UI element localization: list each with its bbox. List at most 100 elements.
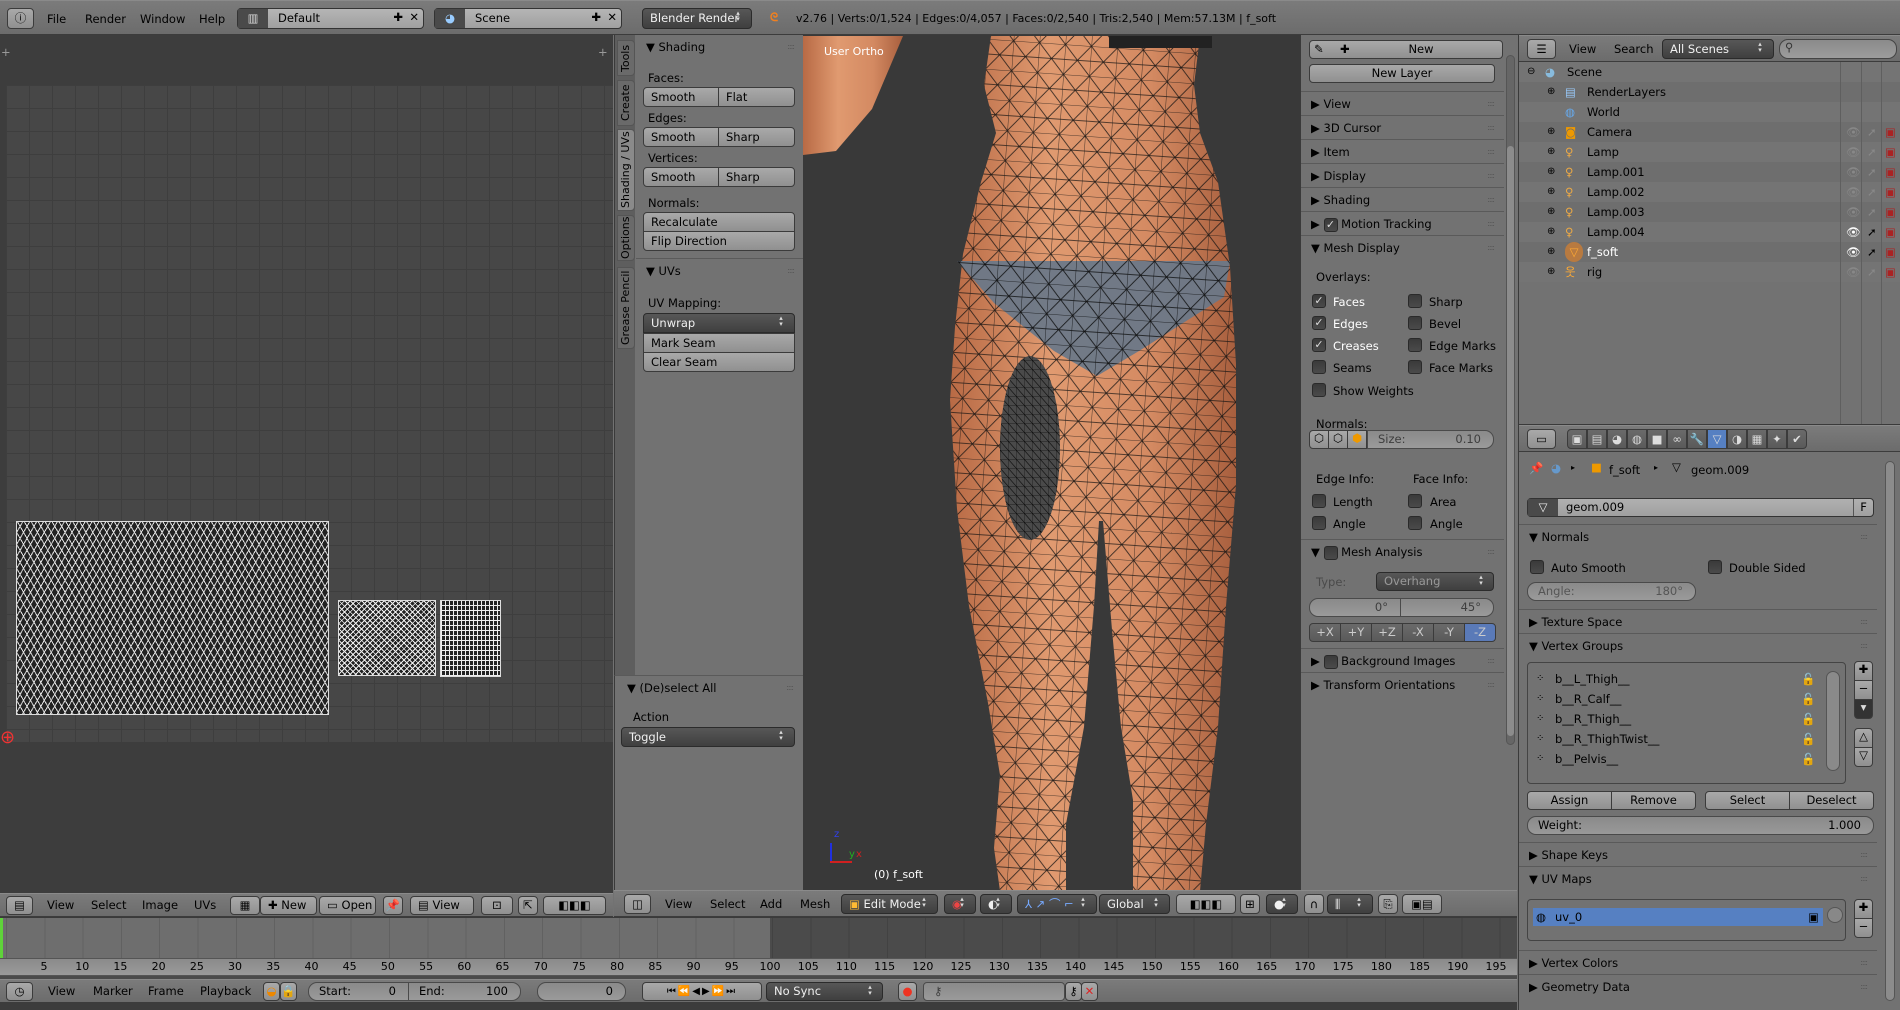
panel-header-uv-maps[interactable]: ▼ UV Maps:::: bbox=[1519, 866, 1877, 890]
tab-options[interactable]: Options bbox=[617, 215, 635, 261]
outliner-row[interactable]: ⊕ 웃 rig 👁 ➚ ▣ bbox=[1519, 262, 1900, 282]
drag-grip-icon[interactable]: :::: bbox=[1487, 649, 1495, 673]
outliner-row[interactable]: ⊕ ♀ Lamp 👁 ➚ ▣ bbox=[1519, 142, 1900, 162]
n-panel-scrollbar[interactable] bbox=[1506, 55, 1515, 745]
2d-cursor-icon[interactable]: ⊕ bbox=[0, 727, 15, 748]
uv-map-list[interactable]: ◍ uv_0 ▣ bbox=[1527, 899, 1846, 941]
remove-vertex-group-button[interactable]: − bbox=[1854, 680, 1873, 700]
manipulator-buttons[interactable]: ⅄ ↗ ⌒ ⌐ bbox=[1017, 894, 1097, 914]
eye-icon[interactable]: 👁 bbox=[1846, 142, 1861, 162]
unlock-icon[interactable]: 🔓 bbox=[1801, 729, 1815, 749]
axis-button[interactable]: +Z bbox=[1371, 623, 1403, 642]
outliner-search-input[interactable]: ⚲ bbox=[1779, 39, 1897, 59]
faces-flat-button[interactable]: Flat bbox=[718, 87, 795, 107]
snap-button[interactable]: ∩ bbox=[1304, 894, 1324, 914]
menu-search[interactable]: Search bbox=[1614, 42, 1654, 56]
drag-grip-icon[interactable]: :::: bbox=[787, 35, 795, 59]
insert-keyframe-button[interactable]: ⚷ bbox=[1065, 982, 1082, 1001]
tab-shading-uvs[interactable]: Shading / UVs bbox=[617, 129, 635, 211]
vertex-group-specials-button[interactable]: ▾ bbox=[1854, 699, 1873, 719]
panel-header-texture-space[interactable]: ▶ Texture Space:::: bbox=[1519, 609, 1877, 633]
drag-grip-icon[interactable]: :::: bbox=[1487, 236, 1495, 260]
show-weights-checkbox[interactable] bbox=[1312, 383, 1326, 397]
cursor-icon[interactable]: ➚ bbox=[1867, 142, 1877, 162]
axis-button[interactable]: +Y bbox=[1340, 623, 1372, 642]
axis-button[interactable]: +X bbox=[1309, 623, 1341, 642]
expand-icon[interactable]: ⊕ bbox=[1547, 242, 1555, 262]
menu-select[interactable]: Select bbox=[91, 898, 126, 912]
render-icon[interactable]: ▣ bbox=[1885, 122, 1896, 142]
overlay-faces-checkbox[interactable]: ✓ bbox=[1312, 294, 1326, 308]
sync-mode-dropdown[interactable]: No Sync bbox=[766, 982, 883, 1001]
deselect-button[interactable]: Deselect bbox=[1789, 791, 1874, 810]
render-icon[interactable]: ▣ bbox=[1885, 242, 1896, 262]
eye-icon[interactable]: 👁 bbox=[1846, 202, 1861, 222]
drag-grip-icon[interactable]: :::: bbox=[1860, 951, 1868, 975]
eye-icon[interactable]: 👁 bbox=[1846, 242, 1861, 262]
select-mode-buttons[interactable]: ◧◧◧ bbox=[543, 896, 606, 915]
outliner-row[interactable]: ⊕ ♀ Lamp.002 👁 ➚ ▣ bbox=[1519, 182, 1900, 202]
tab-scene-icon[interactable]: ◕ bbox=[1607, 429, 1627, 449]
editor-type-button[interactable]: ▤ bbox=[6, 896, 33, 915]
add-vertex-group-button[interactable]: ✚ bbox=[1854, 661, 1873, 681]
render-icon[interactable]: ▣ bbox=[1885, 202, 1896, 222]
unlock-icon[interactable]: 🔓 bbox=[1801, 689, 1815, 709]
menu-view[interactable]: View bbox=[48, 984, 75, 998]
panel-header-vertex-groups[interactable]: ▼ Vertex Groups:::: bbox=[1519, 633, 1877, 657]
tab-constraints-icon[interactable]: ∞ bbox=[1667, 429, 1687, 449]
render-icon[interactable]: ▣ bbox=[1885, 142, 1896, 162]
drag-grip-icon[interactable]: :::: bbox=[1860, 610, 1868, 634]
render-icon[interactable]: ▣ bbox=[1885, 182, 1896, 202]
tab-particles-icon[interactable]: ✦ bbox=[1767, 429, 1787, 449]
mesh-browse-icon[interactable]: ▽ bbox=[1528, 499, 1558, 516]
menu-render[interactable]: Render bbox=[85, 12, 126, 26]
panel-header-shading[interactable]: ▼ Shading:::: bbox=[636, 35, 804, 59]
browse-image-button[interactable]: ▦ bbox=[230, 896, 260, 915]
face-normals-button[interactable]: ⬢ bbox=[1347, 430, 1367, 449]
expand-icon[interactable]: ⊕ bbox=[1547, 122, 1555, 142]
select-mode-buttons[interactable]: ◧◧◧ bbox=[1176, 894, 1236, 914]
delete-keyframe-button[interactable]: ✕ bbox=[1081, 982, 1098, 1001]
cursor-icon[interactable]: ➚ bbox=[1867, 182, 1877, 202]
tab-texture-icon[interactable]: ▦ bbox=[1747, 429, 1767, 449]
outliner-item-name[interactable]: Lamp.003 bbox=[1587, 202, 1645, 222]
drag-grip-icon[interactable]: :::: bbox=[786, 676, 794, 700]
outliner-item-name[interactable]: Lamp bbox=[1587, 142, 1619, 162]
faces-smooth-button[interactable]: Smooth bbox=[643, 87, 719, 107]
drag-grip-icon[interactable]: :::: bbox=[1487, 188, 1495, 212]
eye-icon[interactable]: 👁 bbox=[1846, 182, 1861, 202]
vertex-group-list[interactable]: ⁘ b__L_Thigh__ 🔓 ⁘ b__R_Calf__ 🔓 ⁘ b__R_Thigh__… bbox=[1527, 662, 1846, 784]
move-group-down-button[interactable]: ▽ bbox=[1854, 747, 1873, 767]
record-button[interactable]: ● bbox=[898, 982, 917, 1001]
current-frame-field[interactable]: 0 bbox=[537, 982, 626, 1001]
tab-material-icon[interactable]: ◑ bbox=[1727, 429, 1747, 449]
outliner-row[interactable]: ◍ World bbox=[1519, 102, 1900, 122]
face-angle-checkbox[interactable] bbox=[1408, 516, 1422, 530]
drag-grip-icon[interactable]: :::: bbox=[1487, 212, 1495, 236]
vertex-group-item[interactable]: ⁘ b__R_ThighTwist__ 🔓 bbox=[1533, 729, 1818, 749]
pin-icon[interactable]: 📌 bbox=[1529, 461, 1543, 475]
panel-header-normals[interactable]: ▼ Normals:::: bbox=[1519, 524, 1877, 548]
outliner-row[interactable]: ⊕ ♀ Lamp.004 👁 ➚ ▣ bbox=[1519, 222, 1900, 242]
cursor-icon[interactable]: ➚ bbox=[1867, 242, 1877, 262]
tab-render-icon[interactable]: ▣ bbox=[1567, 429, 1587, 449]
mesh-analysis-checkbox[interactable] bbox=[1323, 545, 1338, 560]
render-icon[interactable]: ▣ bbox=[1885, 222, 1896, 242]
expand-icon[interactable]: ⊕ bbox=[1547, 162, 1555, 182]
action-dropdown[interactable]: Toggle bbox=[621, 727, 795, 747]
overhang-max-field[interactable]: 45° bbox=[1400, 598, 1494, 617]
normal-size-field[interactable]: Size: 0.10 bbox=[1367, 430, 1494, 449]
properties-toggle-icon[interactable]: + bbox=[598, 45, 608, 59]
pivot-dropdown[interactable]: ⊡ bbox=[481, 896, 513, 915]
unlock-icon[interactable]: 🔓 bbox=[1801, 669, 1815, 689]
editor-type-button[interactable]: ☰ bbox=[1527, 39, 1556, 59]
overlay-sharp-checkbox[interactable] bbox=[1408, 294, 1422, 308]
outliner-item-name[interactable]: Lamp.004 bbox=[1587, 222, 1645, 242]
menu-image[interactable]: Image bbox=[142, 898, 178, 912]
edges-smooth-button[interactable]: Smooth bbox=[643, 127, 719, 147]
proportional-editing-dropdown[interactable]: ● bbox=[1266, 894, 1298, 914]
menu-view[interactable]: View bbox=[1569, 42, 1596, 56]
overlay-bevel-checkbox[interactable] bbox=[1408, 316, 1422, 330]
drag-grip-icon[interactable]: :::: bbox=[1487, 140, 1495, 164]
menu-help[interactable]: Help bbox=[199, 12, 225, 26]
